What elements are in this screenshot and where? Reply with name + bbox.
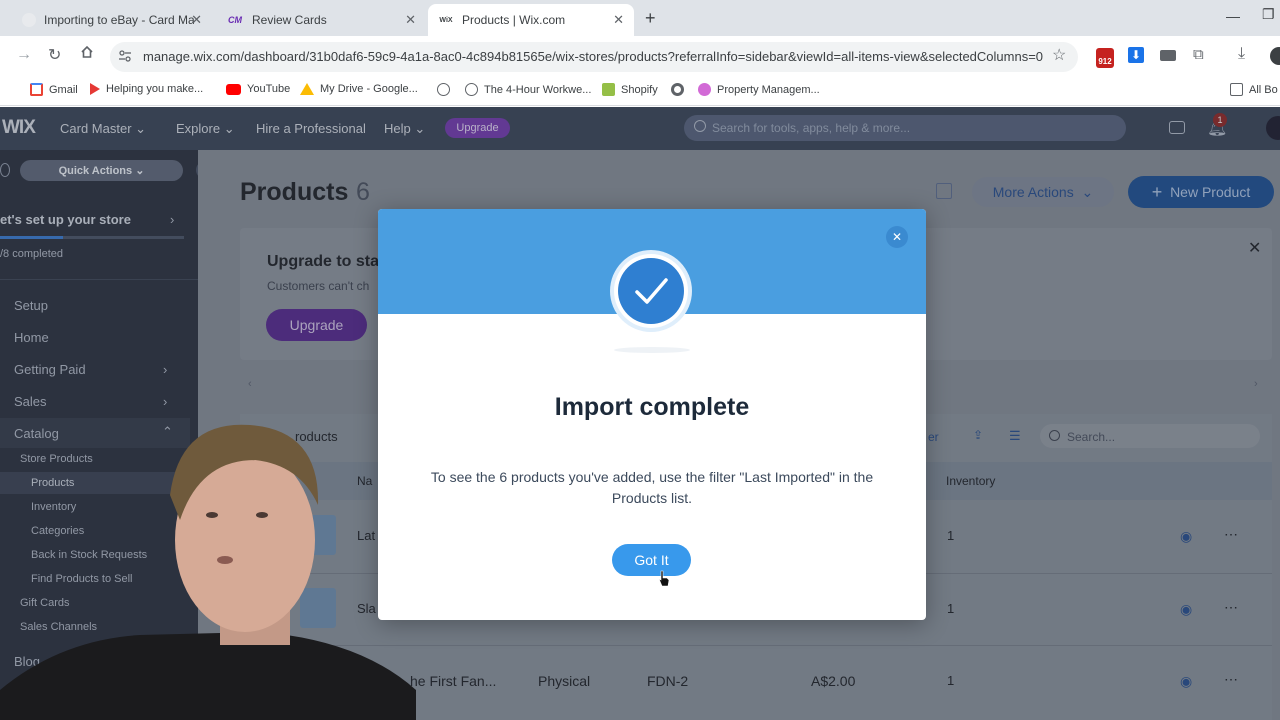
play-arrow-icon xyxy=(90,83,100,95)
bookmark-label: YouTube xyxy=(247,83,291,95)
bookmark-label: Shopify xyxy=(621,83,658,96)
restore-window-icon[interactable]: ❐ xyxy=(1262,6,1275,23)
google-drive-icon xyxy=(300,83,314,95)
new-tab-button[interactable]: + xyxy=(645,8,656,29)
bookmark-shopify[interactable]: Shopify xyxy=(602,83,658,96)
downloads-icon[interactable]: ⤓ xyxy=(1238,45,1245,63)
forward-icon[interactable]: → xyxy=(16,46,32,64)
extension-912-icon[interactable]: 912 xyxy=(1096,48,1114,68)
bookmark-label: All Bo xyxy=(1249,83,1278,96)
download-extension-icon[interactable]: ⬇ xyxy=(1128,47,1144,63)
close-tab-icon[interactable]: ✕ xyxy=(405,12,416,28)
bookmark-gmail[interactable]: Gmail xyxy=(30,83,78,96)
tab-title: Importing to eBay - Card Maste xyxy=(44,13,194,27)
bookmark-label: My Drive - Google... xyxy=(320,83,418,95)
browser-tab-products[interactable]: WiX Products | Wix.com ✕ xyxy=(428,4,634,36)
bookmark-misc[interactable] xyxy=(671,83,690,96)
chrome-icon xyxy=(671,83,684,96)
bookmark-all[interactable]: All Bo xyxy=(1230,83,1278,96)
bookmark-label: The 4-Hour Workwe... xyxy=(484,83,592,96)
globe-icon xyxy=(437,83,450,96)
home-icon[interactable] xyxy=(80,45,94,59)
close-dialog-icon[interactable]: ✕ xyxy=(886,226,908,248)
youtube-icon xyxy=(226,83,241,95)
tab-title: Products | Wix.com xyxy=(462,13,566,27)
close-tab-icon[interactable]: ✕ xyxy=(613,12,624,28)
bookmark-4hour[interactable]: The 4-Hour Workwe... xyxy=(465,83,591,96)
minimize-icon[interactable]: — xyxy=(1226,8,1240,24)
mouse-cursor-icon xyxy=(658,570,670,588)
globe-icon xyxy=(465,83,478,96)
ebay-icon xyxy=(22,13,36,27)
dialog-title: Import complete xyxy=(554,393,750,421)
folder-icon xyxy=(1230,83,1243,96)
reload-icon[interactable]: ↻ xyxy=(48,45,61,65)
wix-icon: WiX xyxy=(439,16,453,24)
bookmark-youtube[interactable]: YouTube xyxy=(226,83,290,95)
bookmark-label: Property Managem... xyxy=(717,83,820,96)
gmail-icon xyxy=(30,83,43,96)
got-it-button[interactable]: Got It xyxy=(612,544,691,576)
extensions-puzzle-icon[interactable]: ⧉ xyxy=(1193,46,1204,63)
checkmark-badge-icon xyxy=(609,249,693,333)
property-icon xyxy=(698,83,711,96)
video-camera-icon[interactable] xyxy=(1160,50,1176,61)
browser-tab-ebay[interactable]: Importing to eBay - Card Maste ✕ xyxy=(12,4,212,36)
bookmark-globe[interactable] xyxy=(437,83,456,96)
bookmark-property[interactable]: Property Managem... xyxy=(698,83,820,96)
bookmark-label: Helping you make... xyxy=(106,83,204,95)
url-text: manage.wix.com/dashboard/31b0daf6-59c9-4… xyxy=(143,49,1043,64)
webcam-overlay xyxy=(0,420,416,720)
shopify-bag-icon xyxy=(602,83,615,96)
dialog-message: To see the 6 products you've added, use … xyxy=(430,469,874,506)
cm-icon: CM xyxy=(228,15,242,25)
bookmark-helping[interactable]: Helping you make... xyxy=(90,83,203,95)
bookmark-label: Gmail xyxy=(49,83,78,96)
site-info-icon[interactable] xyxy=(118,49,132,63)
bookmark-star-icon[interactable]: ☆ xyxy=(1052,45,1066,65)
close-tab-icon[interactable]: ✕ xyxy=(191,12,202,28)
bookmark-drive[interactable]: My Drive - Google... xyxy=(300,83,418,95)
tab-title: Review Cards xyxy=(252,13,327,27)
browser-tab-review-cards[interactable]: CM Review Cards ✕ xyxy=(216,4,426,36)
import-complete-dialog: ✕ Import complete To see the 6 products … xyxy=(378,209,926,620)
badge-shadow xyxy=(614,347,690,353)
